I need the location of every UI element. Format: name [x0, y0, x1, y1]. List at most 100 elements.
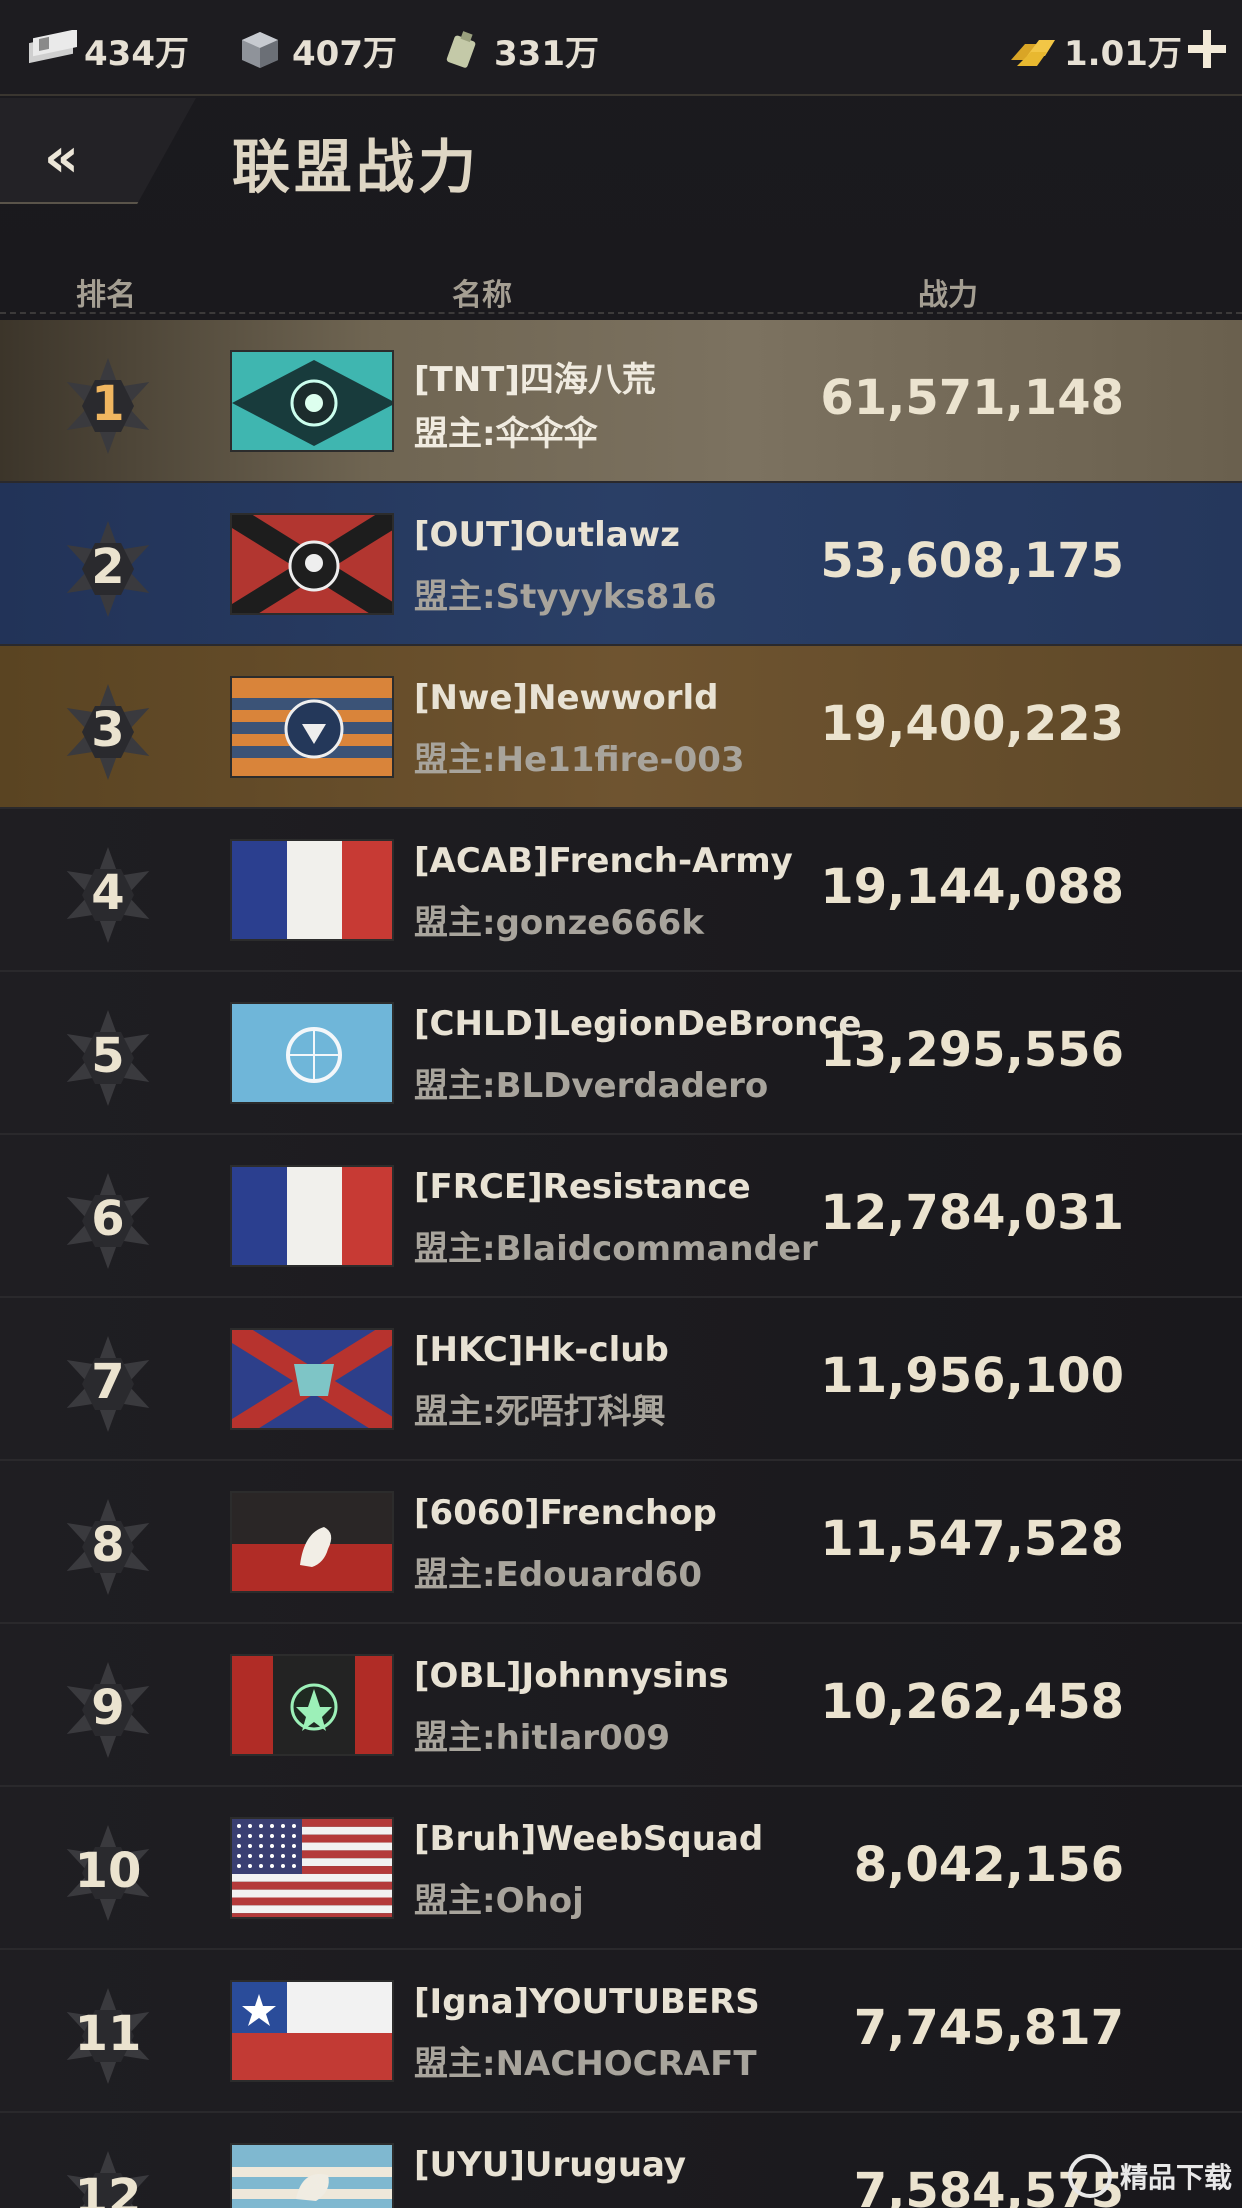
alliance-leader: 盟主:hitlar009	[414, 1718, 671, 1758]
rank-badge-icon: 3	[60, 684, 156, 780]
alliance-power: 13,295,556	[820, 1022, 1124, 1078]
alliance-name: [CHLD]LegionDeBronce	[414, 1004, 862, 1044]
rank-badge-icon: 12	[60, 2151, 156, 2208]
watermark-text: 精品下载	[1119, 2161, 1232, 2194]
alliance-leader: 盟主:NACHOCRAFT	[414, 2044, 757, 2084]
alliance-leader: 盟主:gonze666k	[414, 903, 704, 943]
page-title: 联盟战力	[232, 133, 481, 201]
alliance-row[interactable]: 10 [Bruh]WeebSquad 盟主:Ohoj 8,042,156	[0, 1787, 1242, 1950]
rank-number: 9	[91, 1680, 125, 1736]
alliance-name: [UYU]Uruguay	[414, 2145, 687, 2185]
rank-badge-icon: 7	[60, 1336, 156, 1432]
resource-steel: 407万	[232, 28, 397, 74]
alliance-name: [HKC]Hk-club	[414, 1330, 669, 1370]
alliance-flag-icon	[230, 2143, 394, 2208]
alliance-power-screen: 434万 407万 331万 1.01万 « 联盟战力 排名 名称 战力 1 […	[0, 0, 1242, 2208]
alliance-flag-icon	[230, 1654, 394, 1756]
alliance-row[interactable]: 8 [6060]Frenchop 盟主:Edouard60 11,547,528	[0, 1461, 1242, 1624]
rank-number: 3	[91, 702, 125, 758]
alliance-row[interactable]: 4 [ACAB]French-Army 盟主:gonze666k 19,144,…	[0, 809, 1242, 972]
resource-bar: 434万 407万 331万 1.01万	[0, 0, 1242, 96]
alliance-flag-icon	[230, 1491, 394, 1593]
watermark: 精品下载	[1067, 2154, 1232, 2198]
alliance-name: [OUT]Outlawz	[414, 515, 680, 555]
alliance-name: [OBL]Johnnysins	[414, 1656, 729, 1696]
resource-fuel: 331万	[434, 28, 599, 74]
column-header-name: 名称	[452, 278, 512, 313]
cash-stack-icon	[24, 28, 80, 72]
resource-value: 434万	[84, 33, 189, 74]
alliance-name: [6060]Frenchop	[414, 1493, 717, 1533]
alliance-power: 12,784,031	[820, 1185, 1124, 1241]
alliance-leader: 盟主:Styyyks816	[414, 577, 717, 617]
alliance-leader: 盟主:Ohoj	[414, 1881, 584, 1921]
header-divider	[0, 312, 1242, 314]
alliance-leader: 盟主:伞伞伞	[414, 414, 598, 454]
alliance-flag-icon	[230, 1328, 394, 1430]
alliance-row[interactable]: 11 [Igna]YOUTUBERS 盟主:NACHOCRAFT 7,745,8…	[0, 1950, 1242, 2113]
rank-number: 7	[91, 1354, 125, 1410]
rank-number: 8	[91, 1517, 125, 1573]
alliance-row[interactable]: 7 [HKC]Hk-club 盟主:死唔打科興 11,956,100	[0, 1298, 1242, 1461]
alliance-flag-icon	[230, 1165, 394, 1267]
alliance-leader: 盟主:Edouard60	[414, 1555, 703, 1595]
alliance-name: [Igna]YOUTUBERS	[414, 1982, 760, 2022]
alliance-power: 53,608,175	[820, 533, 1124, 589]
alliance-row[interactable]: 5 [CHLD]LegionDeBronce 盟主:BLDverdadero 1…	[0, 972, 1242, 1135]
rank-badge-icon: 4	[60, 847, 156, 943]
resource-gold: 1.01万	[1004, 28, 1182, 74]
alliance-row[interactable]: 6 [FRCE]Resistance 盟主:Blaidcommander 12,…	[0, 1135, 1242, 1298]
alliance-leader: 盟主:死唔打科興	[414, 1392, 666, 1432]
rank-number: 1	[91, 376, 125, 432]
rank-number: 6	[91, 1191, 125, 1247]
add-gold-button[interactable]	[1186, 28, 1228, 70]
alliance-row[interactable]: 1 [TNT]四海八荒 盟主:伞伞伞 61,571,148	[0, 320, 1242, 483]
rank-badge-icon: 10	[60, 1825, 156, 1921]
resource-value: 1.01万	[1064, 33, 1182, 74]
alliance-flag-icon	[230, 513, 394, 615]
rank-badge-icon: 8	[60, 1499, 156, 1595]
steel-block-icon	[232, 28, 288, 72]
alliance-flag-icon	[230, 839, 394, 941]
alliance-flag-icon	[230, 676, 394, 778]
alliance-power: 61,571,148	[820, 370, 1124, 426]
alliance-row[interactable]: 2 [OUT]Outlawz 盟主:Styyyks816 53,608,175	[0, 483, 1242, 646]
alliance-flag-icon	[230, 1002, 394, 1104]
gold-bars-icon	[1004, 28, 1060, 72]
alliance-row[interactable]: 9 [OBL]Johnnysins 盟主:hitlar009 10,262,45…	[0, 1624, 1242, 1787]
rank-badge-icon: 11	[60, 1988, 156, 2084]
resource-value: 407万	[292, 33, 397, 74]
alliance-leader: 盟主:BLDverdadero	[414, 1066, 769, 1106]
alliance-leader: 盟主:He11fire-003	[414, 740, 745, 780]
rank-badge-icon: 1	[60, 358, 156, 454]
alliance-name: [Bruh]WeebSquad	[414, 1819, 764, 1859]
alliance-power: 19,400,223	[820, 696, 1124, 752]
rank-number: 10	[74, 1843, 142, 1899]
alliance-flag-icon	[230, 1817, 394, 1919]
alliance-name: [Nwe]Newworld	[414, 678, 719, 718]
alliance-list: 1 [TNT]四海八荒 盟主:伞伞伞 61,571,148 2 [OUT]Out…	[0, 320, 1242, 2208]
rank-number: 2	[91, 539, 125, 595]
alliance-power: 8,042,156	[853, 1837, 1124, 1893]
rank-number: 5	[91, 1028, 125, 1084]
alliance-name: [ACAB]French-Army	[414, 841, 793, 881]
rank-number: 11	[74, 2006, 142, 2062]
rank-badge-icon: 6	[60, 1173, 156, 1269]
alliance-flag-icon	[230, 350, 394, 452]
rank-badge-icon: 9	[60, 1662, 156, 1758]
rank-number: 12	[74, 2169, 142, 2208]
alliance-flag-icon	[230, 1980, 394, 2082]
alliance-row[interactable]: 3 [Nwe]Newworld 盟主:He11fire-003 19,400,2…	[0, 646, 1242, 809]
back-button[interactable]: «	[0, 98, 196, 204]
alliance-power: 19,144,088	[820, 859, 1124, 915]
rank-badge-icon: 2	[60, 521, 156, 617]
alliance-name: [TNT]四海八荒	[414, 360, 656, 400]
watermark-logo-icon	[1067, 2154, 1112, 2198]
alliance-row[interactable]: 12 [UYU]Uruguay 7,584,575	[0, 2113, 1242, 2208]
alliance-name: [FRCE]Resistance	[414, 1167, 751, 1207]
double-chevron-left-icon: «	[44, 126, 79, 189]
alliance-power: 10,262,458	[820, 1674, 1124, 1730]
page-header: « 联盟战力	[0, 98, 1242, 206]
rank-badge-icon: 5	[60, 1010, 156, 1106]
fuel-can-icon	[434, 28, 490, 72]
